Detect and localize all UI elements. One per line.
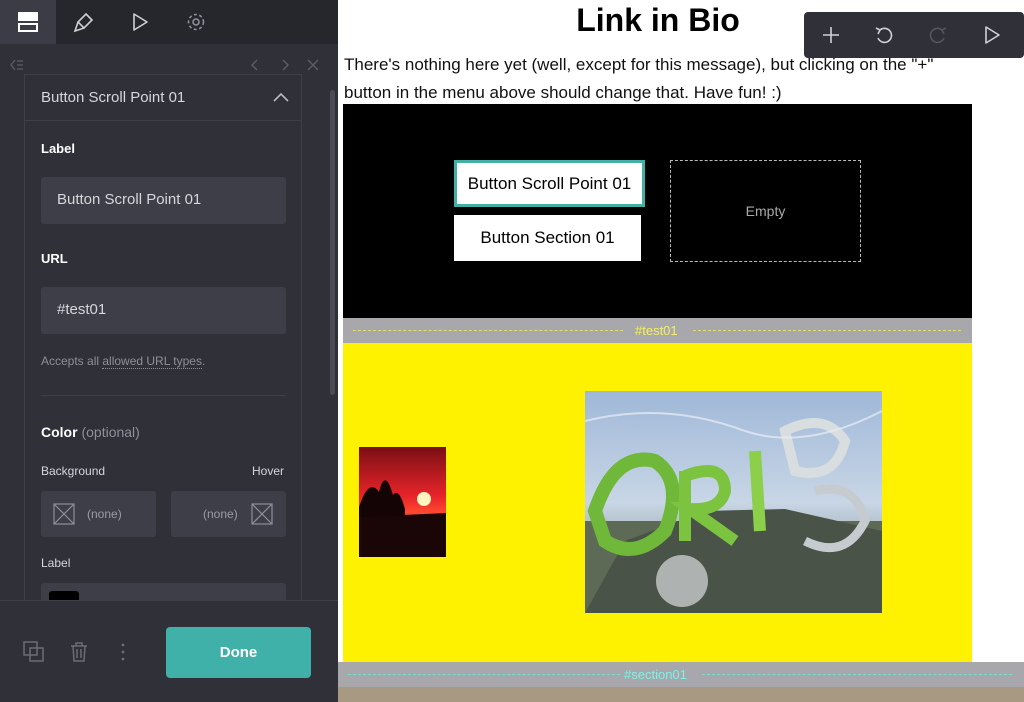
tab-layout[interactable] [0, 0, 56, 44]
dashed-line [353, 330, 623, 331]
url-input[interactable]: #test01 [41, 287, 286, 334]
url-field-label: URL [41, 251, 68, 266]
section-black[interactable]: Button Scroll Point 01 Button Section 01… [343, 104, 972, 318]
trash-icon[interactable] [68, 641, 90, 663]
tab-preview[interactable] [112, 0, 168, 44]
label-color-label: Label [41, 556, 71, 570]
panel-navigation [0, 56, 338, 76]
dashed-line [348, 674, 620, 675]
intro-text: There's nothing here yet (well, except f… [344, 55, 934, 102]
sidebar-footer: Done [0, 600, 338, 702]
collapse-menu-icon[interactable] [10, 58, 24, 72]
anchor-divider-test01[interactable]: #test01 [343, 318, 972, 343]
button-section-01[interactable]: Button Section 01 [454, 215, 641, 261]
color-optional: (optional) [81, 424, 140, 440]
url-hint-prefix: Accepts all [41, 354, 103, 368]
sidebar-scrollbar[interactable] [330, 90, 335, 395]
hover-color-picker[interactable]: (none) [171, 491, 286, 537]
layout-icon [18, 12, 38, 32]
url-hint-suffix: . [201, 354, 206, 368]
play-icon[interactable] [982, 25, 1002, 45]
empty-placeholder[interactable]: Empty [670, 160, 861, 262]
dashed-line [702, 674, 1012, 675]
next-section-preview[interactable] [338, 687, 1024, 702]
add-icon[interactable] [821, 25, 841, 45]
button-scroll-point-01[interactable]: Button Scroll Point 01 [454, 160, 645, 207]
tab-settings[interactable] [168, 0, 224, 44]
button-settings-panel: Button Scroll Point 01 Label Button Scro… [24, 74, 302, 600]
no-color-icon [251, 503, 273, 525]
graffiti-image [585, 391, 882, 613]
background-value: (none) [87, 507, 122, 521]
chevron-left-icon[interactable] [248, 58, 262, 72]
editor-sidebar: Button Scroll Point 01 Label Button Scro… [0, 0, 338, 702]
dashed-line [693, 330, 961, 331]
duplicate-icon[interactable] [23, 641, 45, 663]
gear-icon [187, 13, 205, 31]
done-button[interactable]: Done [166, 627, 311, 678]
tab-style[interactable] [56, 0, 112, 44]
more-options-icon[interactable] [112, 641, 134, 663]
anchor-label-test01: #test01 [635, 323, 678, 338]
color-title: Color [41, 424, 78, 440]
divider [41, 395, 286, 396]
chevron-right-icon[interactable] [278, 58, 292, 72]
hover-label: Hover [252, 464, 285, 478]
anchor-label-section01: #section01 [624, 667, 687, 682]
undo-icon[interactable] [874, 25, 894, 45]
redo-icon[interactable] [928, 25, 948, 45]
section-yellow[interactable] [343, 343, 972, 662]
anchor-divider-section01[interactable]: #section01 [338, 662, 1024, 687]
label-color-swatch [49, 591, 79, 600]
background-color-picker[interactable]: (none) [41, 491, 156, 537]
close-icon[interactable] [306, 58, 320, 72]
background-label: Background [41, 464, 106, 478]
no-color-icon [53, 503, 75, 525]
play-icon [133, 13, 148, 31]
brush-icon [73, 12, 94, 33]
panel-title: Button Scroll Point 01 [41, 89, 186, 106]
sunset-photo[interactable] [359, 447, 446, 557]
page-preview: Link in Bio There's nothing here yet (we… [338, 0, 1024, 702]
color-heading: Color (optional) [41, 424, 140, 440]
label-field-label: Label [41, 141, 75, 156]
label-input[interactable]: Button Scroll Point 01 [41, 177, 286, 224]
url-hint: Accepts all allowed URL types. [41, 354, 206, 369]
sunset-image [359, 447, 446, 557]
hover-value: (none) [203, 507, 238, 521]
graffiti-photo[interactable] [585, 391, 882, 613]
panel-header[interactable]: Button Scroll Point 01 [25, 75, 301, 121]
editor-toolbar [804, 12, 1024, 58]
sidebar-tabbar [0, 0, 338, 44]
chevron-up-icon[interactable] [273, 91, 289, 103]
label-color-picker[interactable] [41, 583, 286, 600]
allowed-url-types-link[interactable]: allowed URL types [102, 354, 202, 369]
